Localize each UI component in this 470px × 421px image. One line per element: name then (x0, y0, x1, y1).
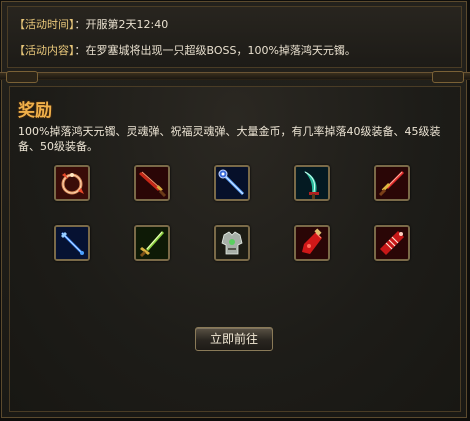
reward-item-red-scroll[interactable] (374, 225, 410, 261)
green-sword-icon (136, 227, 168, 259)
go-now-button[interactable]: 立即前往 (195, 327, 273, 351)
red-scroll-icon (376, 227, 408, 259)
event-content-value: ：在罗塞城将出现一只超级BOSS，100%掉落鸿天元镯。 (74, 44, 356, 57)
ornament-divider (0, 71, 470, 83)
event-info-panel: 【活动时间】：开服第2天12:40 【活动内容】：在罗塞城将出现一只超级BOSS… (7, 6, 462, 68)
event-time-row: 【活动时间】：开服第2天12:40 (14, 16, 168, 32)
divider-ornament-left (6, 71, 38, 83)
event-content-label: 【活动内容】 (14, 44, 75, 57)
armor-icon (216, 227, 248, 259)
crimson-dagger-icon (376, 167, 408, 199)
reward-title: 奖励 (18, 101, 52, 121)
reward-item-red-potion[interactable] (294, 225, 330, 261)
reward-item-crimson-dagger[interactable] (374, 165, 410, 201)
bracelet-icon (56, 167, 88, 199)
event-time-value: ：开服第2天12:40 (74, 18, 169, 31)
jade-blade-icon (296, 167, 328, 199)
red-potion-icon (296, 227, 328, 259)
reward-item-armor[interactable] (214, 225, 250, 261)
event-content-row: 【活动内容】：在罗塞城将出现一只超级BOSS，100%掉落鸿天元镯。 (14, 42, 356, 58)
reward-item-blue-staff[interactable] (214, 165, 250, 201)
reward-item-jade-blade[interactable] (294, 165, 330, 201)
reward-item-red-sword[interactable] (134, 165, 170, 201)
event-time-label: 【活动时间】 (14, 18, 75, 31)
reward-item-ice-staff[interactable] (54, 225, 90, 261)
blue-staff-icon (216, 167, 248, 199)
reward-description: 100%掉落鸿天元镯、灵魂弹、祝福灵魂弹、大量金币，有几率掉落40级装备、45级… (18, 125, 441, 153)
reward-item-bracelet[interactable] (54, 165, 90, 201)
ice-staff-icon (56, 227, 88, 259)
divider-ornament-right (432, 71, 464, 83)
red-sword-icon (136, 167, 168, 199)
reward-panel: 奖励 100%掉落鸿天元镯、灵魂弹、祝福灵魂弹、大量金币，有几率掉落40级装备、… (9, 86, 461, 412)
reward-item-green-sword[interactable] (134, 225, 170, 261)
